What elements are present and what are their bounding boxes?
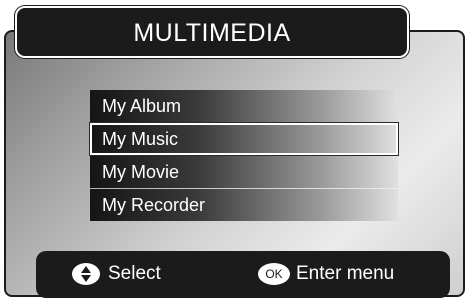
menu-item-my-movie[interactable]: My Movie [90,156,398,188]
menu-item-my-music[interactable]: My Music [90,123,398,155]
menu-item-my-recorder[interactable]: My Recorder [90,189,398,221]
enter-menu-label: Enter menu [296,263,395,284]
select-hint: Select [72,263,161,285]
menu-item-label: My Movie [102,162,180,182]
menu-item-label: My Music [102,129,178,149]
title-bar: MULTIMEDIA [15,6,409,58]
footer-hint-bar: Select OK Enter menu [36,251,450,298]
menu-item-my-album[interactable]: My Album [90,90,398,122]
menu-list: My Album My Music My Movie My Recorder [90,90,398,222]
menu-item-label: My Recorder [102,195,206,215]
up-down-arrows-icon [72,263,100,285]
enter-menu-hint: OK Enter menu [258,263,394,285]
page-title: MULTIMEDIA [133,19,291,47]
select-label: Select [108,263,161,284]
ok-button-icon: OK [258,263,290,285]
menu-item-label: My Album [102,96,182,116]
